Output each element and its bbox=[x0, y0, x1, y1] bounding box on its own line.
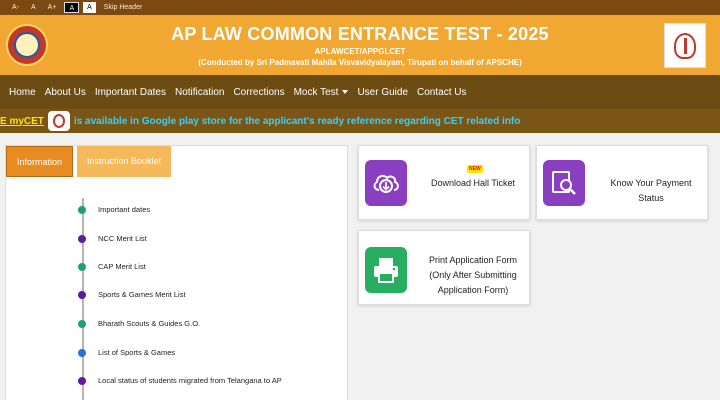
timeline-dot-icon bbox=[78, 376, 86, 385]
timeline-dot-icon bbox=[78, 234, 86, 243]
timeline-line bbox=[82, 198, 84, 400]
list-item[interactable]: Local status of students migrated from T… bbox=[78, 376, 282, 385]
print-line3: Application Form) bbox=[437, 285, 509, 295]
timeline-dot-icon bbox=[78, 348, 86, 357]
timeline-dot-icon bbox=[78, 262, 86, 271]
tab-information[interactable]: Information bbox=[6, 146, 74, 177]
information-panel: Information Instruction Booklet Importan… bbox=[5, 145, 348, 400]
nav-mock-test-label: Mock Test bbox=[293, 86, 339, 98]
list-item-label: Sports & Games Merit List bbox=[98, 290, 186, 299]
printer-icon bbox=[365, 247, 407, 293]
nav-user-guide[interactable]: User Guide bbox=[357, 87, 408, 98]
new-badge: NEW bbox=[467, 165, 483, 173]
accessibility-bar: A- A A+ A A Skip Header bbox=[0, 0, 720, 15]
main-nav: Home About Us Important Dates Notificati… bbox=[0, 75, 720, 109]
list-item-label: Important dates bbox=[98, 205, 151, 214]
print-line1: Print Application Form bbox=[428, 255, 518, 265]
nav-notification[interactable]: Notification bbox=[175, 87, 224, 98]
dark-theme-button[interactable]: A bbox=[64, 2, 80, 13]
skip-header-link[interactable]: Skip Header bbox=[104, 4, 143, 11]
nav-important-dates[interactable]: Important Dates bbox=[95, 87, 166, 98]
document-search-icon bbox=[543, 160, 585, 206]
print-application-label: Print Application Form (Only After Submi… bbox=[419, 253, 527, 298]
timeline-dot-icon bbox=[78, 319, 86, 328]
announcement-text: is available in Google play store for th… bbox=[73, 115, 521, 127]
nav-mock-test[interactable]: Mock Test bbox=[294, 87, 349, 98]
conducted-by-text: (Conducted by Sri Padmavati Mahila Visva… bbox=[198, 58, 522, 67]
list-item-label: List of Sports & Games bbox=[98, 348, 176, 357]
download-hall-ticket-label: Download Hall Ticket bbox=[430, 178, 516, 188]
list-item-label: NCC Merit List bbox=[98, 234, 147, 243]
page-title: AP LAW COMMON ENTRANCE TEST - 2025 bbox=[171, 24, 549, 44]
print-application-card[interactable]: Print Application Form (Only After Submi… bbox=[358, 230, 530, 305]
print-line2: (Only After Submitting bbox=[429, 270, 517, 280]
site-header: AP LAW COMMON ENTRANCE TEST - 2025 APLAW… bbox=[0, 15, 720, 75]
font-decrease-button[interactable]: A- bbox=[8, 2, 23, 13]
font-increase-button[interactable]: A+ bbox=[44, 2, 61, 13]
timeline-dot-icon bbox=[78, 205, 86, 214]
mycet-link[interactable]: E myCET bbox=[0, 116, 44, 127]
page-subtitle: APLAWCET/APPGLCET bbox=[314, 47, 406, 56]
announcement-marquee: E myCET is available in Google play stor… bbox=[0, 109, 720, 133]
timeline-dot-icon bbox=[78, 290, 86, 299]
mycet-app-icon bbox=[47, 111, 70, 131]
payment-status-line2: Status bbox=[638, 193, 664, 203]
list-item-label: CAP Merit List bbox=[98, 262, 146, 271]
download-hall-ticket-card[interactable]: NEW Download Hall Ticket bbox=[358, 145, 530, 220]
list-item[interactable]: List of Sports & Games bbox=[78, 348, 175, 357]
payment-status-card[interactable]: Know Your Payment Status bbox=[536, 145, 708, 220]
list-item[interactable]: Sports & Games Merit List bbox=[78, 290, 186, 299]
font-normal-button[interactable]: A bbox=[27, 2, 40, 13]
nav-corrections[interactable]: Corrections bbox=[233, 87, 284, 98]
list-item[interactable]: Bharath Scouts & Guides G.O. bbox=[78, 319, 200, 328]
apsche-logo bbox=[664, 23, 706, 68]
list-item[interactable]: Important dates bbox=[78, 205, 150, 214]
nav-contact-us[interactable]: Contact Us bbox=[417, 87, 466, 98]
list-item-label: Bharath Scouts & Guides G.O. bbox=[98, 319, 201, 328]
list-item[interactable]: NCC Merit List bbox=[78, 234, 147, 243]
cloud-download-icon bbox=[365, 160, 407, 206]
list-item[interactable]: CAP Merit List bbox=[78, 262, 146, 271]
chevron-down-icon bbox=[342, 89, 349, 94]
info-tabs: Information Instruction Booklet bbox=[6, 146, 349, 177]
list-item-label: Local status of students migrated from T… bbox=[98, 376, 282, 385]
nav-about-us[interactable]: About Us bbox=[45, 87, 86, 98]
tab-instruction-booklet[interactable]: Instruction Booklet bbox=[77, 146, 172, 177]
payment-status-label: Know Your Payment Status bbox=[601, 176, 701, 206]
payment-status-line1: Know Your Payment bbox=[610, 178, 692, 188]
light-theme-button[interactable]: A bbox=[83, 2, 96, 13]
nav-home[interactable]: Home bbox=[9, 87, 36, 98]
